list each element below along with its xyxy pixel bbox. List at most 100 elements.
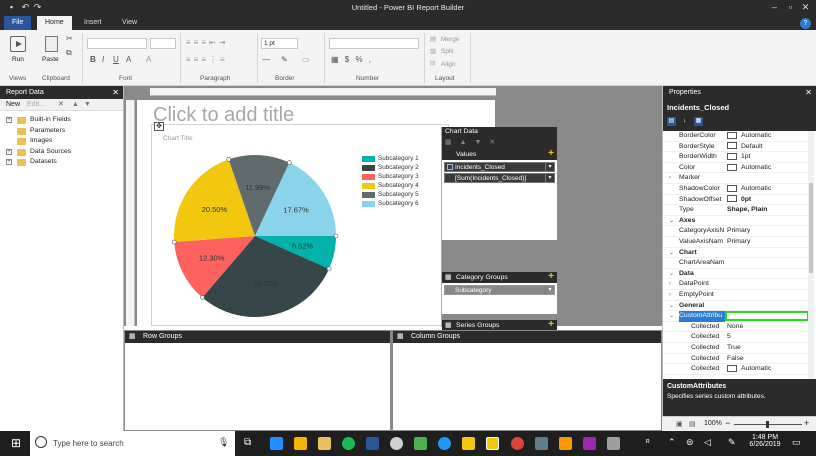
app-icon[interactable] bbox=[535, 437, 548, 450]
property-value[interactable]: None bbox=[725, 322, 809, 333]
chrome-icon[interactable] bbox=[511, 437, 524, 450]
property-row[interactable]: Collected Automatic bbox=[663, 364, 809, 375]
notifications-icon[interactable]: ▭ bbox=[792, 437, 801, 448]
property-value[interactable]: Default bbox=[725, 142, 809, 153]
tree-item-parameters[interactable]: Parameters bbox=[0, 126, 123, 137]
expand-icon[interactable]: › bbox=[669, 290, 671, 301]
expand-icon[interactable]: › bbox=[669, 279, 671, 290]
move-down-icon[interactable]: ▼ bbox=[84, 99, 91, 111]
property-value[interactable]: True bbox=[725, 343, 809, 354]
value-item-expression[interactable]: [Sum(Incidents_Closed)] ▾ bbox=[444, 173, 555, 183]
dropdown-icon[interactable]: ▾ bbox=[545, 163, 554, 171]
property-category[interactable]: ⌄ Chart bbox=[663, 248, 809, 259]
delete-icon[interactable]: ✕ bbox=[489, 139, 495, 146]
highlight-icon[interactable]: A bbox=[146, 55, 151, 64]
collapse-icon[interactable]: ⌄ bbox=[669, 248, 674, 259]
expand-icon[interactable]: + bbox=[6, 148, 12, 155]
property-row[interactable]: › DataPoint bbox=[663, 279, 809, 290]
border-width-select[interactable]: 1 pt bbox=[261, 38, 298, 49]
windows-start-icon[interactable]: ⊞ bbox=[11, 436, 21, 450]
properties-scrollbar[interactable] bbox=[808, 131, 814, 379]
app-icon[interactable] bbox=[462, 437, 475, 450]
property-row[interactable]: › EmptyPoint bbox=[663, 290, 809, 301]
align-icon[interactable]: ⊟ bbox=[430, 59, 435, 67]
add-value-icon[interactable]: + bbox=[548, 148, 554, 159]
chart-legend[interactable]: Subcategory 1 Subcategory 2 Subcategory 3 S… bbox=[362, 155, 432, 215]
collapse-icon[interactable]: ⌄ bbox=[669, 216, 674, 227]
borders-icon[interactable]: ▭ bbox=[302, 55, 310, 64]
network-icon[interactable]: ⊜ bbox=[686, 437, 694, 448]
tree-item-datasets[interactable]: + Datasets bbox=[0, 157, 123, 168]
edit-button[interactable]: Edit... bbox=[27, 101, 45, 108]
close-icon[interactable]: ✕ bbox=[805, 86, 812, 99]
align-icons[interactable]: ≡≡≡⇤⇥ bbox=[186, 38, 228, 47]
minimize-icon[interactable]: – bbox=[769, 2, 780, 13]
border-style-icon[interactable]: — bbox=[262, 55, 270, 64]
merge-icon[interactable]: ▤ bbox=[430, 35, 436, 43]
page-view-icon[interactable]: ▣ bbox=[676, 420, 683, 428]
dropdown-icon[interactable]: ▾ bbox=[545, 174, 554, 182]
people-icon[interactable]: ᴿ bbox=[646, 438, 650, 447]
font-size-select[interactable] bbox=[150, 38, 176, 49]
value-item-incidents-closed[interactable]: Incidents_Closed ▾ bbox=[444, 162, 555, 172]
property-row[interactable]: BorderColor Automatic bbox=[663, 131, 809, 142]
tab-insert[interactable]: Insert bbox=[76, 16, 110, 30]
property-value[interactable]: Shape, Plain bbox=[725, 205, 809, 216]
property-value[interactable] bbox=[725, 311, 809, 322]
property-row[interactable]: BorderWidth 1pt bbox=[663, 152, 809, 163]
task-view-icon[interactable]: ⧉ bbox=[244, 437, 251, 448]
split-button[interactable]: Split bbox=[441, 48, 454, 55]
expand-icon[interactable]: + bbox=[6, 117, 12, 123]
split-icon[interactable]: ▥ bbox=[430, 47, 436, 55]
clock[interactable]: 1:48 PM 6/26/2019 bbox=[746, 434, 784, 448]
expand-icon[interactable]: + bbox=[6, 159, 12, 165]
close-icon[interactable]: ✕ bbox=[800, 2, 811, 13]
number-icons[interactable]: ▦ $ % , bbox=[331, 55, 373, 64]
property-value[interactable]: Automatic bbox=[725, 364, 809, 375]
edge-icon[interactable] bbox=[270, 437, 283, 450]
paste-button[interactable]: Paste bbox=[42, 56, 59, 63]
legend-item[interactable]: Subcategory 6 bbox=[362, 200, 419, 208]
property-pages-icon[interactable]: ▦ bbox=[694, 117, 703, 126]
tree-item-images[interactable]: Images bbox=[0, 136, 123, 147]
property-value[interactable]: Automatic bbox=[725, 131, 809, 142]
power-bi-report-builder-icon[interactable] bbox=[486, 437, 499, 450]
collapse-icon[interactable]: ⌄ bbox=[669, 301, 674, 312]
add-category-icon[interactable]: + bbox=[548, 271, 554, 282]
valign-icons[interactable]: ≡≡≡⋮≡ bbox=[186, 55, 228, 64]
add-series-icon[interactable]: + bbox=[548, 319, 554, 330]
property-value[interactable]: Primary bbox=[725, 237, 809, 248]
property-value[interactable]: Primary bbox=[725, 226, 809, 237]
property-row[interactable]: Color Automatic bbox=[663, 163, 809, 174]
help-icon[interactable]: ? bbox=[800, 18, 811, 29]
property-row[interactable]: › Marker bbox=[663, 173, 809, 184]
selection-handle[interactable] bbox=[326, 266, 332, 272]
volume-icon[interactable]: ◁ bbox=[704, 437, 711, 448]
property-value[interactable]: False bbox=[725, 354, 809, 365]
collapse-icon[interactable]: ⌄ bbox=[669, 311, 674, 322]
property-row[interactable]: BorderStyle Default bbox=[663, 142, 809, 153]
legend-item[interactable]: Subcategory 5 bbox=[362, 191, 419, 199]
delete-icon[interactable]: ✕ bbox=[58, 99, 64, 111]
tab-home[interactable]: Home bbox=[37, 16, 72, 30]
run-button[interactable]: Run bbox=[12, 56, 24, 63]
property-row[interactable]: Collected True bbox=[663, 343, 809, 354]
property-value[interactable]: 0pt bbox=[725, 195, 809, 206]
categorized-icon[interactable]: ▤ bbox=[667, 117, 676, 126]
app-icon[interactable] bbox=[414, 437, 427, 450]
property-value[interactable]: 1pt bbox=[725, 152, 809, 163]
app-icon[interactable] bbox=[438, 437, 451, 450]
file-explorer-icon[interactable] bbox=[294, 437, 307, 450]
number-format-select[interactable] bbox=[329, 38, 419, 49]
property-category[interactable]: ⌄ Axes bbox=[663, 216, 809, 227]
property-row[interactable]: Collected None bbox=[663, 322, 809, 333]
selection-handle[interactable] bbox=[171, 239, 177, 245]
property-value[interactable]: Automatic bbox=[725, 184, 809, 195]
property-row[interactable]: ShadowOffset 0pt bbox=[663, 195, 809, 206]
property-row[interactable]: ValueAxisNam Primary bbox=[663, 237, 809, 248]
collapse-icon[interactable]: ⌄ bbox=[669, 269, 674, 280]
paste-icon[interactable] bbox=[45, 36, 58, 52]
zoom-out-icon[interactable]: − bbox=[725, 418, 730, 428]
legend-item[interactable]: Subcategory 2 bbox=[362, 164, 419, 172]
zoom-slider-thumb[interactable] bbox=[766, 421, 769, 428]
